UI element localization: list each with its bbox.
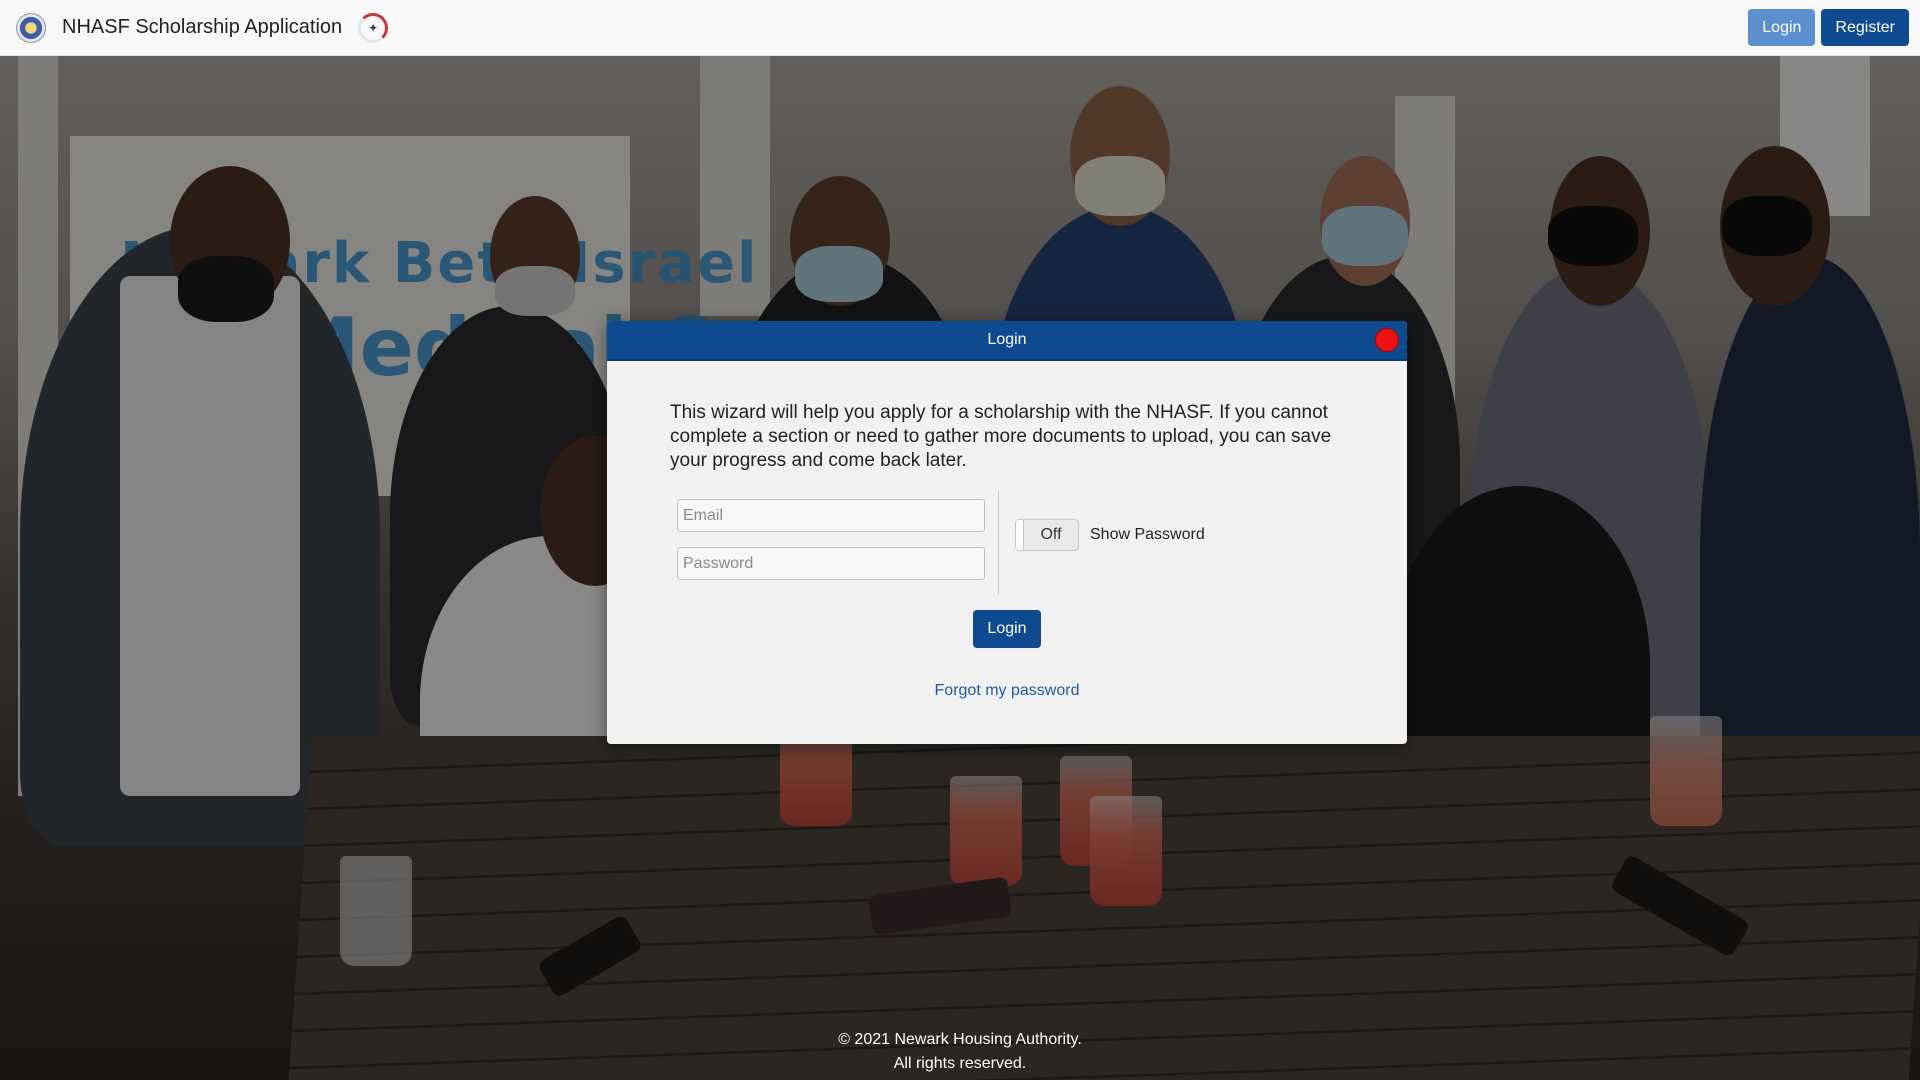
modal-intro-text: This wizard will help you apply for a sc… [670,402,1332,471]
modal-header: Login [607,321,1407,361]
show-password-toggle-area: Off Show Password [1015,495,1205,575]
toggle-state-label: Off [1040,526,1062,543]
app-title[interactable]: NHASF Scholarship Application [62,16,342,39]
footer-rights: All rights reserved. [893,1055,1027,1072]
login-form: Off Show Password [607,491,1407,595]
top-navbar: NHASF Scholarship Application ✦ Login Re… [0,0,1920,56]
submit-wrap: Login [607,610,1407,648]
nav-actions: Login Register [1748,9,1909,46]
footer-copyright: © 2021 Newark Housing Authority. [838,1031,1082,1048]
password-field[interactable] [677,547,985,580]
login-submit-button[interactable]: Login [973,610,1041,648]
housing-authority-logo-icon[interactable] [16,12,46,43]
credential-fields [677,491,999,595]
nhasf-seal-icon: ✦ [358,12,389,43]
nav-login-button[interactable]: Login [1748,9,1816,46]
show-password-toggle[interactable]: Off [1015,519,1079,551]
page-footer: © 2021 Newark Housing Authority. All rig… [0,1028,1920,1076]
email-field[interactable] [677,499,985,532]
forgot-password-link[interactable]: Forgot my password [935,682,1080,700]
modal-title: Login [987,331,1027,348]
nav-register-button[interactable]: Register [1821,9,1909,46]
show-password-label[interactable]: Show Password [1090,526,1205,544]
close-circle-icon[interactable] [1375,328,1399,352]
login-modal: Login This wizard will help you apply fo… [607,321,1407,744]
toggle-knob [1016,520,1024,550]
forgot-wrap: Forgot my password [607,682,1407,700]
